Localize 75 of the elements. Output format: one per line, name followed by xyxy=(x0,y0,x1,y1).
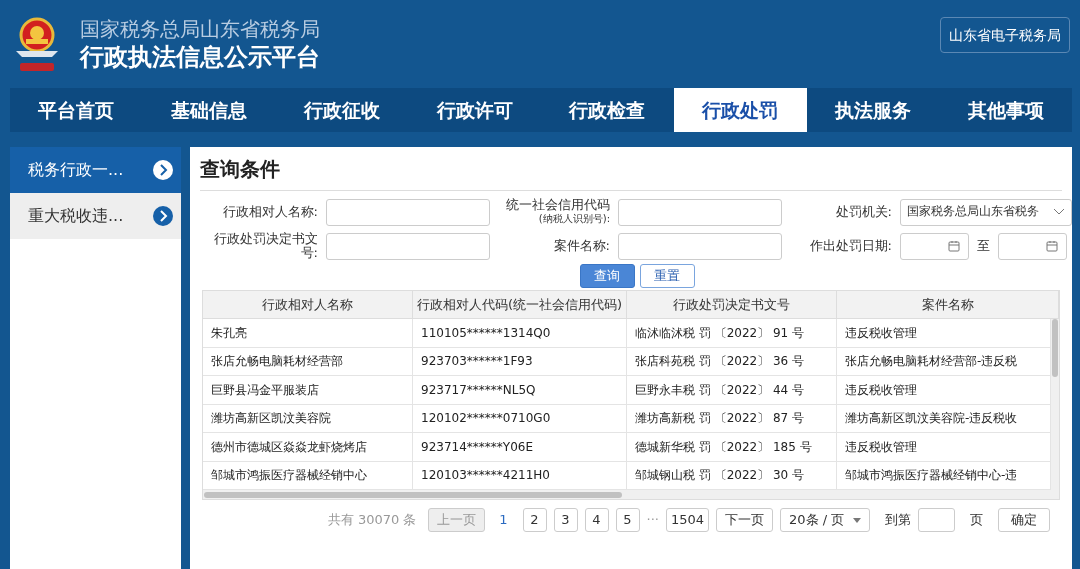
nav-tab[interactable]: 行政征收 xyxy=(275,88,409,132)
table-cell: 临沭临沭税 罚 〔2022〕 91 号 xyxy=(627,319,837,347)
sidebar-item[interactable]: 重大税收违... xyxy=(10,193,181,239)
date-field[interactable] xyxy=(900,232,969,260)
page-unit-label: 页 xyxy=(970,511,983,530)
select-field[interactable]: 国家税务总局山东省税务 xyxy=(900,198,1072,226)
table-cell: 110105******1314Q0 xyxy=(413,319,627,347)
date-field[interactable] xyxy=(998,232,1067,260)
table-cell: 潍坊高新税 罚 〔2022〕 87 号 xyxy=(627,404,837,432)
nav-tab[interactable]: 行政处罚 xyxy=(673,88,807,132)
site-subtitle: 国家税务总局山东省税务局 xyxy=(80,16,320,42)
vertical-scrollbar[interactable] xyxy=(1051,319,1059,490)
input-field[interactable] xyxy=(326,232,490,260)
calendar-icon xyxy=(948,240,960,252)
chevron-right-icon xyxy=(153,160,173,180)
calendar-icon xyxy=(1046,240,1058,252)
horizontal-scrollbar[interactable] xyxy=(203,490,1059,499)
table-cell: 张店科苑税 罚 〔2022〕 36 号 xyxy=(627,347,837,375)
sidebar-item[interactable]: 税务行政一... xyxy=(10,147,181,193)
page-button[interactable]: 5 xyxy=(615,508,640,532)
field-label: 统一社会信用代码 xyxy=(506,197,610,212)
column-header: 行政处罚决定书文号 xyxy=(627,291,837,318)
table-cell: 923717******NL5Q xyxy=(413,376,627,404)
table-cell: 朱孔亮 xyxy=(203,319,413,347)
table-cell: 张店允畅电脑耗材经营部 xyxy=(203,347,413,375)
next-page-button[interactable]: 下一页 xyxy=(716,508,773,532)
confirm-button[interactable]: 确定 xyxy=(998,508,1050,532)
search-button[interactable]: 查询 xyxy=(579,264,635,288)
field-label: 案件名称: xyxy=(553,238,610,253)
input-field[interactable] xyxy=(618,198,782,226)
table-cell: 923714******Y06E xyxy=(413,433,627,461)
column-header: 行政相对人名称 xyxy=(203,291,413,318)
page-input-field[interactable] xyxy=(918,508,955,532)
section-title: 查询条件 xyxy=(200,155,280,183)
nav-tab[interactable]: 平台首页 xyxy=(10,88,143,132)
reset-button[interactable]: 重置 xyxy=(639,264,695,288)
input-field[interactable] xyxy=(326,198,490,226)
table-cell: 德州市德城区焱焱龙虾烧烤店 xyxy=(203,433,413,461)
goto-label: 到第 xyxy=(885,511,911,530)
table-cell: 923703******1F93 xyxy=(413,347,627,375)
table-cell: 巨野县冯金平服装店 xyxy=(203,376,413,404)
etax-link-button[interactable]: 山东省电子税务局 xyxy=(940,17,1070,53)
table-cell: 潍坊高新区凯汶美容院 xyxy=(203,404,413,432)
column-header: 案件名称 xyxy=(837,291,1059,318)
table-cell: 120103******4211H0 xyxy=(413,461,627,489)
page-button[interactable]: 2 xyxy=(522,508,547,532)
table-cell: 邹城钢山税 罚 〔2022〕 30 号 xyxy=(627,461,837,489)
site-title: 行政执法信息公示平台 xyxy=(80,42,320,72)
page-size-select[interactable]: 20条 / 页 xyxy=(780,508,870,532)
nav-tab[interactable]: 执法服务 xyxy=(806,88,940,132)
field-sublabel: (纳税人识别号): xyxy=(537,212,610,226)
nav-tab[interactable]: 行政检查 xyxy=(541,88,674,132)
table-cell: 巨野永丰税 罚 〔2022〕 44 号 xyxy=(627,376,837,404)
nav-tab[interactable]: 基础信息 xyxy=(142,88,276,132)
total-count: 共有 30070 条 xyxy=(327,511,417,530)
nav-tab[interactable]: 其他事项 xyxy=(939,88,1072,132)
field-label: 行政相对人名称: xyxy=(222,204,318,219)
field-label: 作出处罚日期: xyxy=(809,238,892,253)
range-separator: 至 xyxy=(977,237,990,256)
table-cell: 德城新华税 罚 〔2022〕 185 号 xyxy=(627,433,837,461)
input-field[interactable] xyxy=(618,232,782,260)
table-cell: 邹城市鸿振医疗器械经销中心 xyxy=(203,461,413,489)
page-button[interactable]: 1504 xyxy=(665,508,709,532)
page-button[interactable]: 1 xyxy=(491,508,516,532)
nav-tab[interactable]: 行政许可 xyxy=(408,88,541,132)
table-cell: 120102******0710G0 xyxy=(413,404,627,432)
field-label: 行政处罚决定书文号: xyxy=(214,231,318,260)
pagination-ellipsis: ··· xyxy=(646,511,659,530)
chevron-down-icon xyxy=(1053,208,1065,216)
chevron-right-icon xyxy=(153,206,173,226)
field-label: 处罚机关: xyxy=(835,204,892,219)
page-button[interactable]: 4 xyxy=(584,508,609,532)
column-header: 行政相对人代码(统一社会信用代码) xyxy=(413,291,627,318)
page-button[interactable]: 3 xyxy=(553,508,578,532)
caret-down-icon xyxy=(853,517,861,523)
